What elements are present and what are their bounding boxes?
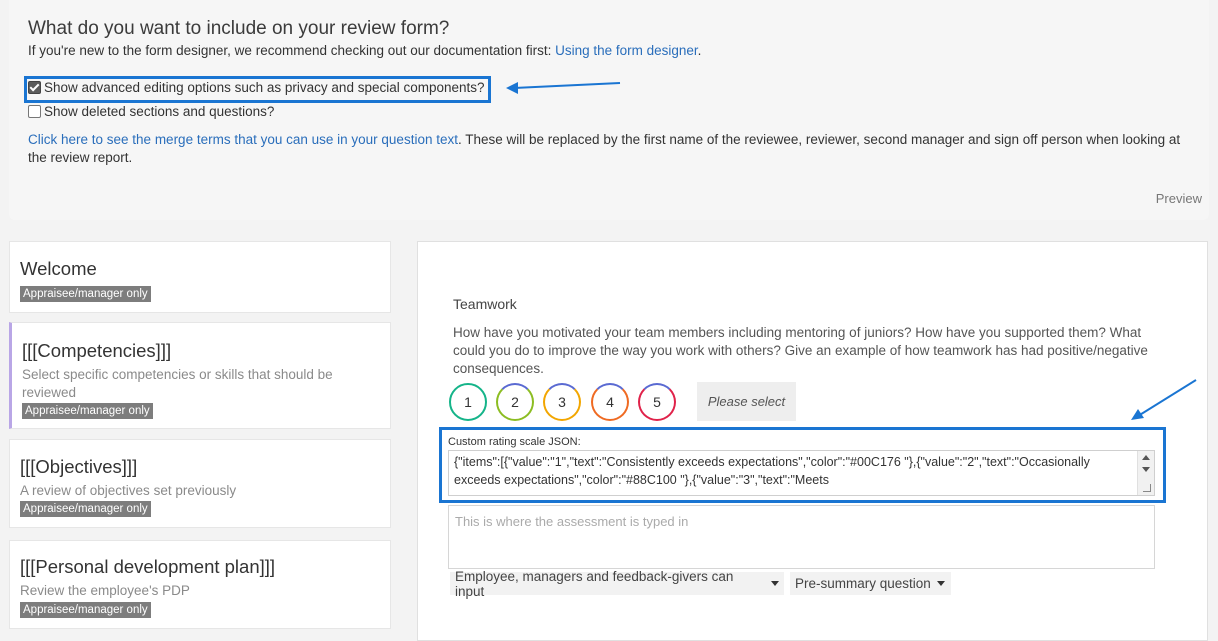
question-text[interactable]: How have you motivated your team members… — [453, 324, 1173, 378]
rating-option-5[interactable]: 5 — [638, 383, 676, 421]
annotation-arrow-icon — [1131, 379, 1197, 420]
section-description: Review the employee's PDP — [20, 583, 190, 598]
question-title[interactable]: Teamwork — [453, 296, 517, 312]
summary-type-label[interactable]: Pre-summary question — [795, 576, 931, 591]
deleted-sections-label[interactable]: Show deleted sections and questions? — [44, 104, 274, 119]
section-description: A review of objectives set previously — [20, 483, 237, 498]
section-visibility-badge: Appraisee/manager only — [20, 602, 151, 618]
section-description: Select specific competencies or skills t… — [22, 367, 333, 400]
section-visibility-badge: Appraisee/manager only — [20, 501, 151, 517]
form-designer-docs-link[interactable]: Using the form designer — [555, 43, 698, 58]
rating-option-3[interactable]: 3 — [543, 383, 581, 421]
documentation-note-text: If you're new to the form designer, we r… — [28, 43, 556, 58]
section-title: [[[Objectives]]] — [20, 456, 138, 477]
section-title: [[[Competencies]]] — [22, 340, 172, 361]
rating-option-4[interactable]: 4 — [591, 383, 629, 421]
section-card-competencies[interactable]: [[[Competencies]]] Select specific compe… — [9, 322, 391, 429]
documentation-note: If you're new to the form designer, we r… — [28, 43, 701, 58]
section-card-pdp[interactable]: [[[Personal development plan]]] Review t… — [9, 540, 391, 629]
deleted-sections-row[interactable]: Show deleted sections and questions? — [28, 104, 274, 119]
rating-option-1[interactable]: 1 — [449, 383, 487, 421]
form-options-panel: What do you want to include on your revi… — [9, 0, 1209, 220]
chevron-down-icon[interactable] — [936, 581, 945, 586]
json-field-highlight — [439, 427, 1166, 503]
advanced-options-highlight — [24, 76, 491, 103]
input-permissions-dropdown[interactable]: Employee, managers and feedback-givers c… — [450, 569, 784, 599]
chevron-down-icon[interactable] — [771, 581, 779, 586]
section-title: Welcome — [20, 258, 97, 279]
assessment-textarea[interactable]: This is where the assessment is typed in — [448, 505, 1155, 569]
input-permissions-label[interactable]: Employee, managers and feedback-givers c… — [455, 569, 765, 599]
section-card-objectives[interactable]: [[[Objectives]]] A review of objectives … — [9, 439, 391, 528]
please-select-button[interactable]: Please select — [697, 382, 796, 421]
assessment-placeholder: This is where the assessment is typed in — [455, 514, 689, 529]
section-visibility-badge: Appraisee/manager only — [22, 403, 153, 419]
question-editor-panel: Teamwork How have you motivated your tea… — [417, 241, 1208, 641]
summary-type-dropdown[interactable]: Pre-summary question — [790, 572, 951, 595]
deleted-sections-checkbox[interactable] — [28, 105, 41, 118]
section-card-welcome[interactable]: Welcome Appraisee/manager only — [9, 241, 391, 313]
section-visibility-badge: Appraisee/manager only — [20, 286, 151, 302]
section-title: [[[Personal development plan]]] — [20, 556, 276, 577]
page-title: What do you want to include on your revi… — [28, 18, 450, 39]
merge-terms-note: Click here to see the merge terms that y… — [28, 131, 1188, 167]
documentation-note-suffix: . — [697, 43, 702, 58]
rating-option-2[interactable]: 2 — [496, 383, 534, 421]
merge-terms-link[interactable]: Click here to see the merge terms that y… — [28, 132, 458, 147]
preview-button[interactable]: Preview — [1156, 191, 1202, 206]
annotation-arrow-icon — [506, 82, 621, 94]
